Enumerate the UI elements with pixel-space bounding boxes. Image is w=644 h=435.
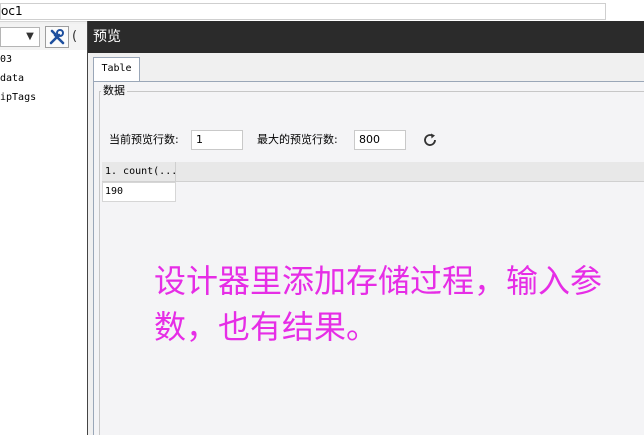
dialog-title: 预览 xyxy=(88,21,644,53)
tree-item[interactable]: data xyxy=(0,69,88,88)
partial-toolbar-icon[interactable]: ( xyxy=(72,28,86,46)
background-window-titlebar: oc1 xyxy=(0,0,644,22)
grid-header: 1. count(... xyxy=(102,162,644,182)
background-document-title: oc1 xyxy=(0,3,606,20)
grid-column-header[interactable]: 1. count(... xyxy=(102,162,176,182)
tools-button[interactable] xyxy=(45,26,69,48)
max-rows-label: 最大的预览行数: xyxy=(257,133,338,146)
annotation-text: 设计器里添加存储过程，输入参数，也有结果。 xyxy=(154,262,603,346)
background-combo-box[interactable]: ▼ xyxy=(0,27,40,47)
group-border xyxy=(99,91,644,92)
group-label-data: 数据 xyxy=(101,83,127,99)
tree-item[interactable]: ipTags xyxy=(0,88,88,107)
preview-dialog: 预览 Table 数据 当前预览行数: 1 最大的预览行数: 800 1. co… xyxy=(87,21,644,435)
grid-cell[interactable]: 190 xyxy=(102,182,176,202)
refresh-icon[interactable] xyxy=(422,132,438,148)
tab-strip: Table xyxy=(93,55,644,82)
tree-item[interactable]: 03 xyxy=(0,50,88,69)
wrench-screwdriver-icon xyxy=(49,29,65,45)
background-tree-panel: 03 data ipTags xyxy=(0,50,88,435)
current-rows-label: 当前预览行数: xyxy=(109,133,179,146)
chevron-down-icon[interactable]: ▼ xyxy=(23,30,37,44)
tab-content-panel: 数据 当前预览行数: 1 最大的预览行数: 800 1. count(... 1… xyxy=(93,82,644,435)
current-rows-input[interactable]: 1 xyxy=(191,130,243,150)
tab-table[interactable]: Table xyxy=(93,57,140,82)
group-border-left xyxy=(99,91,100,435)
max-rows-input[interactable]: 800 xyxy=(354,130,406,150)
